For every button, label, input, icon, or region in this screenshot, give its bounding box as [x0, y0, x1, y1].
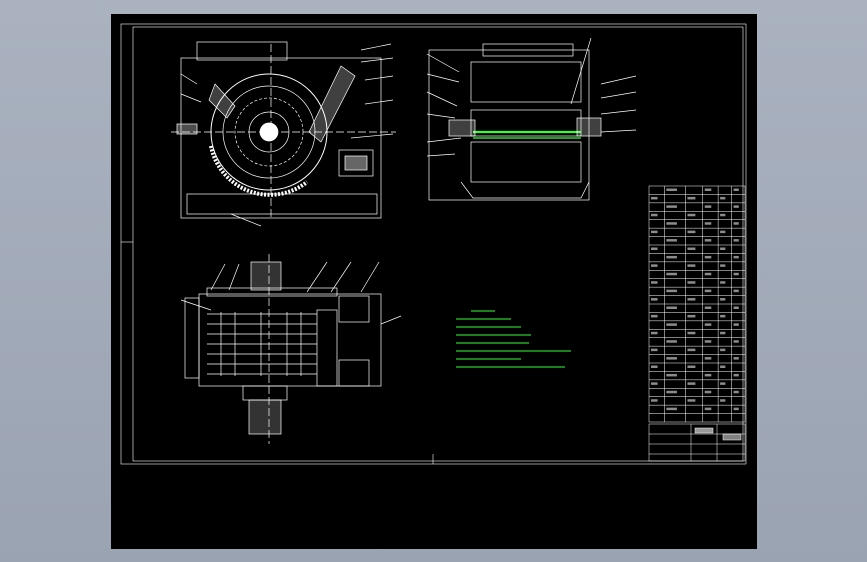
cad-viewport[interactable] [0, 0, 867, 562]
parts-list-cell-text [720, 230, 726, 234]
parts-list-cell-text [666, 222, 677, 225]
parts-list-cell-text [687, 348, 696, 352]
parts-list-cell-text [720, 247, 726, 250]
front-section-view [180, 254, 402, 444]
parts-list-cell-text [666, 205, 677, 208]
parts-list-cell-text [666, 357, 677, 360]
parts-list-cell-text [687, 281, 696, 284]
parts-list-cell-text [651, 365, 658, 368]
parts-list-cell-text [704, 188, 712, 191]
parts-list-cell-text [720, 281, 726, 284]
parts-list-cell-text [720, 314, 726, 318]
parts-list-cell-text [704, 289, 712, 293]
parts-list-cell-text [720, 365, 726, 368]
drawing-name-cell [694, 427, 714, 434]
parts-list-cell-text [704, 390, 712, 394]
parts-list-cell-text [720, 213, 726, 217]
parts-list-cell-text [704, 205, 712, 208]
drawing-canvas[interactable] [111, 14, 757, 549]
parts-list-cell-text [666, 373, 677, 377]
parts-list-cell-text [733, 239, 739, 242]
parts-list-cell-text [651, 382, 658, 385]
parts-list-cell-text [666, 289, 677, 293]
top-view [171, 41, 396, 227]
parts-list-cell-text [687, 314, 696, 318]
parts-list-cell-text [733, 255, 739, 259]
parts-list-cell-text [704, 373, 712, 377]
parts-list-cell-text [733, 205, 739, 208]
parts-list-cell-text [704, 306, 712, 309]
parts-list-cell-text [733, 340, 739, 343]
parts-list-cell-text [666, 340, 677, 343]
parts-list-cell-text [733, 272, 739, 276]
inner-border [132, 26, 744, 462]
parts-list-cell-text [687, 298, 696, 301]
parts-list-cell-text [687, 399, 696, 402]
parts-list-cell-text [687, 365, 696, 368]
parts-list-cell-text [704, 407, 712, 411]
parts-list-cell-text [651, 230, 658, 234]
title-block [648, 423, 746, 462]
parts-list-cell-text [704, 357, 712, 360]
parts-list-cell-text [720, 298, 726, 301]
parts-list-cell-text [733, 373, 739, 377]
parts-list-cell-text [651, 196, 658, 200]
parts-list-cell-text [704, 272, 712, 276]
parts-list-cell-text [687, 382, 696, 385]
parts-list-cell-text [733, 289, 739, 293]
parts-list-cell-text [720, 264, 726, 267]
parts-list-cell-text [666, 188, 677, 191]
parts-list-cell-text [733, 306, 739, 309]
parts-list-cell-text [666, 323, 677, 326]
parts-list-cell-text [666, 306, 677, 309]
parts-list-cell-text [704, 239, 712, 242]
parts-list-cell-text [720, 399, 726, 402]
parts-list-cell-text [720, 382, 726, 385]
parts-list-cell-text [720, 196, 726, 200]
parts-list-cell-text [704, 255, 712, 259]
parts-list-cell-text [687, 213, 696, 217]
parts-list-cell-text [687, 331, 696, 335]
parts-list-cell-text [651, 314, 658, 318]
parts-list-cell-text [687, 247, 696, 250]
side-view [426, 37, 637, 201]
parts-list-cell-text [733, 222, 739, 225]
parts-list-cell-text [651, 331, 658, 335]
parts-list-cell-text [666, 272, 677, 276]
parts-list-cell-text [704, 222, 712, 225]
parts-list-cell-text [687, 230, 696, 234]
parts-list-cell-text [651, 213, 658, 217]
parts-list-cell-text [687, 196, 696, 200]
parts-list-cell-text [704, 323, 712, 326]
parts-list-cell-text [666, 390, 677, 394]
parts-list-cell-text [666, 255, 677, 259]
parts-list-cell-text [733, 390, 739, 394]
parts-list-cell-text [651, 247, 658, 250]
parts-list-cell-text [651, 399, 658, 402]
parts-list-cell-text [651, 264, 658, 267]
parts-list-cell-text [733, 357, 739, 360]
company-logo-cell [722, 433, 742, 441]
parts-list-cell-text [733, 407, 739, 411]
parts-list-cell-text [720, 348, 726, 352]
parts-list-cell-text [651, 348, 658, 352]
parts-list-cell-text [666, 407, 677, 411]
parts-list-cell-text [720, 331, 726, 335]
parts-list-cell-text [733, 188, 739, 191]
parts-list-cell-text [687, 264, 696, 267]
parts-list-cell-text [651, 298, 658, 301]
parts-list-cell-text [733, 323, 739, 326]
parts-list-cell-text [666, 239, 677, 242]
technical-requirements-notes [456, 310, 571, 368]
parts-list-cell-text [704, 340, 712, 343]
parts-list-cell-text [651, 281, 658, 284]
drawing-sheet [111, 14, 757, 549]
parts-list-table [648, 185, 746, 423]
